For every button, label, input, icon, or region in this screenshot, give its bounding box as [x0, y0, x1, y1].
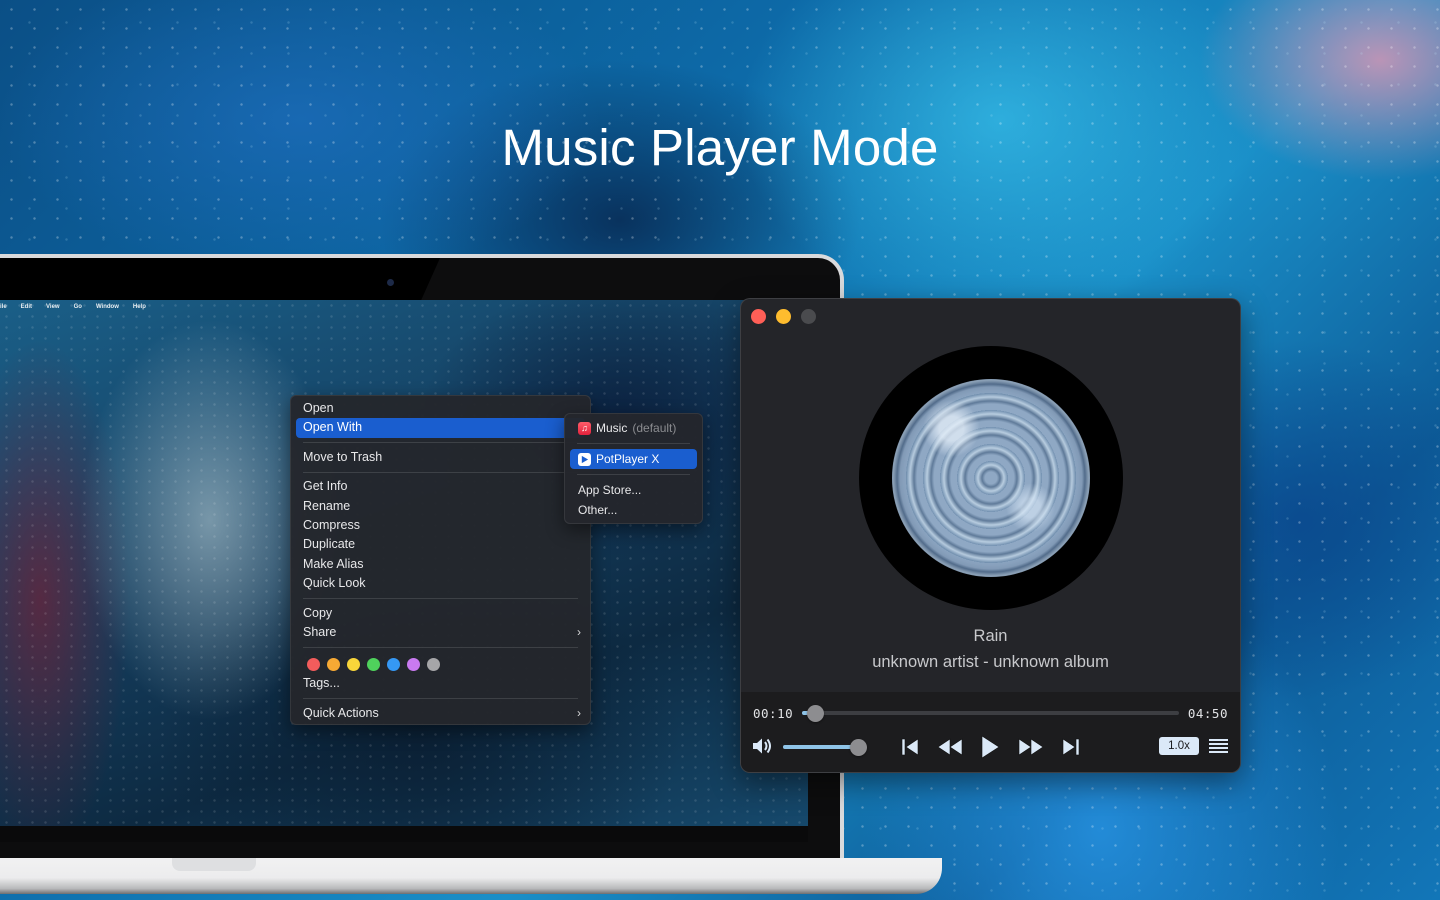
menu-item-share[interactable]: Share › — [296, 623, 585, 642]
menu-separator — [303, 471, 578, 473]
tag-colors-row — [296, 652, 585, 674]
menu-item-open-with[interactable]: Open With — [296, 418, 585, 438]
submenu-item-app-store[interactable]: App Store... — [570, 480, 697, 500]
tag-yellow[interactable] — [347, 658, 360, 672]
menu-item-rename[interactable]: Rename — [296, 497, 585, 516]
menu-item-quick-look[interactable]: Quick Look — [296, 574, 585, 593]
rewind-icon[interactable] — [936, 736, 964, 758]
submenu-item-other[interactable]: Other... — [570, 500, 697, 520]
chevron-right-icon: › — [577, 624, 581, 639]
menu-separator — [303, 598, 578, 600]
tag-red[interactable] — [307, 658, 320, 672]
menu-item-label: Quick Actions — [303, 705, 379, 720]
tag-purple[interactable] — [407, 658, 420, 672]
track-title: Rain — [973, 627, 1008, 645]
minimize-button[interactable] — [776, 309, 791, 324]
playback-speed-button[interactable]: 1.0x — [1159, 737, 1199, 755]
close-button[interactable] — [751, 309, 766, 324]
chevron-right-icon: › — [577, 705, 581, 720]
menu-separator — [577, 443, 690, 444]
menubar-item-window[interactable]: Window — [96, 304, 119, 310]
camera-icon — [387, 279, 394, 286]
submenu-item-potplayer[interactable]: PotPlayer X — [570, 449, 697, 469]
volume-handle[interactable] — [849, 738, 867, 756]
elapsed-time: 00:10 — [753, 706, 794, 721]
tag-blue[interactable] — [387, 658, 400, 672]
play-icon[interactable] — [979, 734, 1001, 760]
window-controls — [751, 309, 816, 324]
seek-bar[interactable] — [802, 704, 1179, 722]
potplayer-app-icon — [578, 452, 591, 466]
menu-item-tags[interactable]: Tags... — [296, 674, 585, 693]
laptop-base — [0, 858, 942, 894]
page-headline: Music Player Mode — [501, 119, 939, 176]
album-art-disc — [859, 346, 1123, 610]
volume-slider-fill — [783, 745, 858, 749]
menu-item-duplicate[interactable]: Duplicate — [296, 535, 585, 554]
submenu-item-music[interactable]: ♫ Music (default) — [570, 418, 697, 438]
menubar-item-edit[interactable]: Edit — [21, 304, 32, 310]
tag-orange[interactable] — [327, 658, 340, 672]
camera-housing — [0, 258, 440, 300]
menu-item-label: Share — [303, 624, 337, 639]
finder-context-menu: Open Open With Move to Trash Get Info Re… — [290, 395, 591, 725]
menubar-item-help[interactable]: Help — [133, 304, 146, 310]
playlist-icon[interactable] — [1209, 739, 1228, 753]
app-name: Music — [596, 421, 628, 435]
zoom-button[interactable] — [801, 309, 816, 324]
volume-slider[interactable] — [783, 738, 867, 756]
menu-item-compress[interactable]: Compress — [296, 516, 585, 535]
music-player-window: Rain unknown artist - unknown album 00:1… — [740, 298, 1241, 773]
menu-separator — [303, 698, 578, 700]
default-label: (default) — [632, 421, 677, 435]
menu-item-copy[interactable]: Copy — [296, 604, 585, 623]
menu-item-label: Open With — [303, 420, 363, 435]
total-duration: 04:50 — [1187, 706, 1228, 721]
menubar-item-file[interactable]: ile — [0, 304, 7, 310]
track-artist-album: unknown artist - unknown album — [872, 653, 1109, 671]
tag-green[interactable] — [367, 658, 380, 672]
menu-separator — [303, 442, 578, 444]
menubar-item-view[interactable]: View — [46, 304, 60, 310]
playback-controls: 00:10 04:50 1.0x — [741, 692, 1240, 772]
menu-item-move-to-trash[interactable]: Move to Trash — [296, 448, 585, 467]
menu-item-open[interactable]: Open — [296, 399, 585, 418]
music-app-icon: ♫ — [578, 421, 591, 435]
laptop-chin — [0, 826, 808, 842]
app-name: PotPlayer X — [596, 452, 660, 466]
seek-handle[interactable] — [806, 704, 824, 722]
open-with-submenu: ♫ Music (default) PotPlayer X App Store.… — [564, 413, 703, 524]
album-artwork — [892, 379, 1090, 577]
menubar-item-go[interactable]: Go — [74, 304, 82, 310]
menu-item-make-alias[interactable]: Make Alias — [296, 555, 585, 574]
menu-item-quick-actions[interactable]: Quick Actions › — [296, 704, 585, 723]
mac-menubar: ile Edit View Go Window Help — [0, 300, 808, 314]
skip-forward-icon[interactable] — [1061, 736, 1081, 758]
volume-icon[interactable] — [752, 737, 774, 755]
menu-item-get-info[interactable]: Get Info — [296, 477, 585, 496]
laptop-opening-notch — [172, 858, 256, 871]
menu-separator — [577, 474, 690, 475]
tag-gray[interactable] — [427, 658, 440, 672]
skip-back-icon[interactable] — [900, 736, 920, 758]
fast-forward-icon[interactable] — [1017, 736, 1045, 758]
menu-separator — [303, 646, 578, 648]
